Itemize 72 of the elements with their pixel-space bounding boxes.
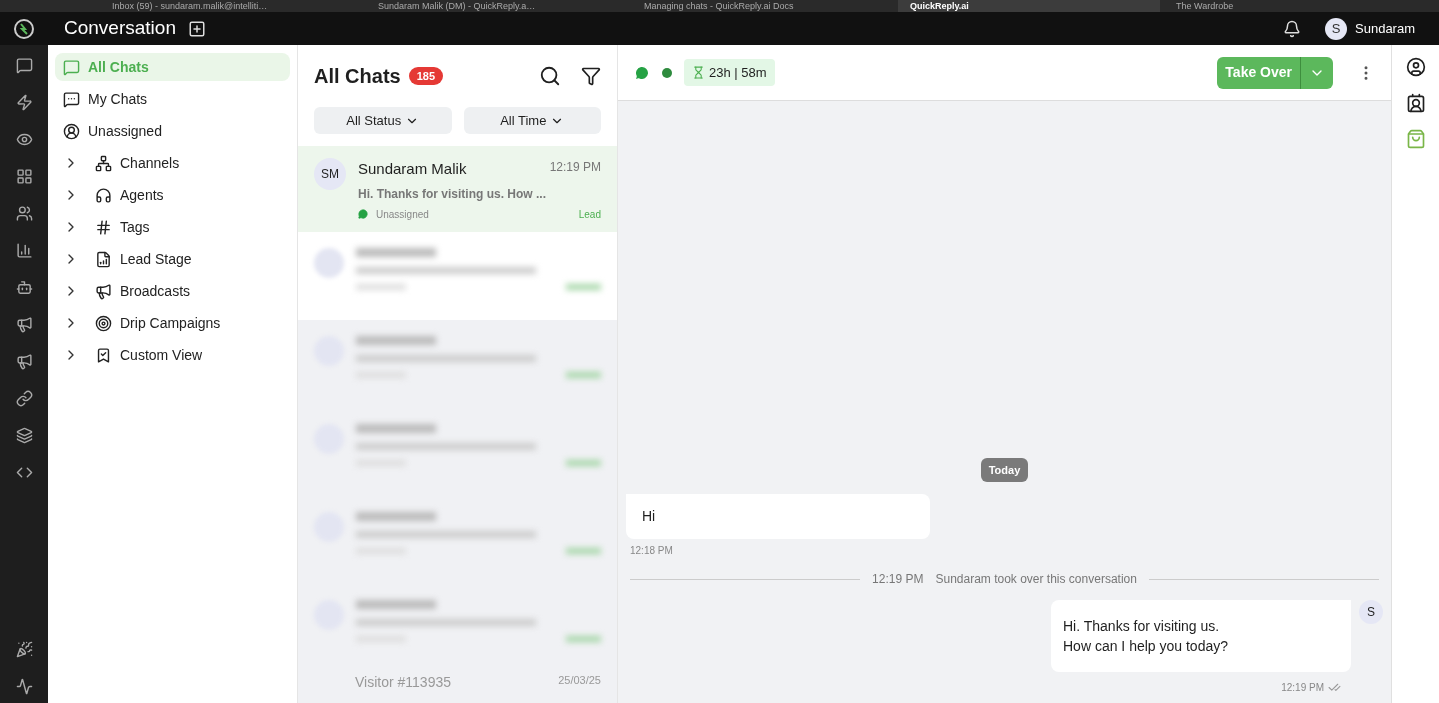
chart-file-icon bbox=[95, 250, 112, 268]
avatar: S bbox=[1359, 600, 1383, 624]
headset-icon bbox=[95, 186, 112, 204]
timer-badge: 23h | 58m bbox=[684, 58, 775, 87]
user-avatar[interactable]: S bbox=[1325, 17, 1347, 40]
chat-row[interactable]: SM Sundaram Malik 12:19 PM Hi. Thanks for visiting us. How ... Unassigned Lead bbox=[298, 146, 617, 232]
target-icon bbox=[95, 314, 112, 332]
filter-plus-icon[interactable] bbox=[581, 66, 601, 86]
message-time: 12:19 PM bbox=[549, 159, 601, 176]
search-icon[interactable] bbox=[539, 65, 561, 87]
filter-dropdown[interactable]: All Time bbox=[463, 107, 601, 134]
bar-chart-icon[interactable] bbox=[15, 242, 33, 259]
megaphone-icon[interactable] bbox=[15, 353, 33, 370]
filter-dropdown[interactable]: All Status bbox=[314, 107, 452, 134]
whatsapp-icon bbox=[358, 209, 368, 219]
nav-item[interactable]: Custom View bbox=[55, 341, 290, 369]
event-time: 12:19 PM bbox=[872, 571, 924, 588]
message-time: 12:18 PM bbox=[630, 544, 673, 558]
browser-tab[interactable]: QuickReply.ai bbox=[898, 0, 1160, 12]
page-title: Conversation bbox=[64, 16, 176, 41]
lightning-icon[interactable] bbox=[15, 94, 33, 111]
notification-icon[interactable] bbox=[1283, 19, 1301, 38]
network-icon bbox=[95, 154, 112, 172]
bookmark-icon bbox=[95, 346, 112, 364]
outgoing-message: Hi. Thanks for visiting us. How can I help you today? bbox=[1051, 600, 1351, 672]
whatsapp-icon bbox=[634, 64, 650, 81]
contact-name: Visitor #113935 bbox=[355, 673, 451, 692]
nav-item[interactable]: Channels bbox=[55, 149, 290, 177]
nav-item[interactable]: Tags bbox=[55, 213, 290, 241]
user-circle-icon bbox=[63, 122, 80, 140]
contact-list-icon[interactable] bbox=[1405, 93, 1426, 113]
nav-item[interactable]: Drip Campaigns bbox=[55, 309, 290, 337]
contact-name: Sundaram Malik bbox=[358, 159, 467, 179]
count-badge: 185 bbox=[408, 66, 444, 86]
browser-tab[interactable]: The Wardrobe bbox=[1164, 0, 1426, 12]
incoming-message: Hi bbox=[626, 494, 930, 539]
event-text: Sundaram took over this conversation bbox=[935, 571, 1137, 588]
megaphone-icon bbox=[95, 282, 112, 300]
nav-item[interactable]: Broadcasts bbox=[55, 277, 290, 305]
stage-tag: Lead bbox=[578, 206, 601, 222]
nav-item[interactable]: My Chats bbox=[55, 85, 290, 113]
assignee-label: Unassigned bbox=[376, 207, 429, 222]
date-badge: Today bbox=[980, 457, 1029, 482]
message-time: 25/03/25 bbox=[558, 673, 601, 688]
hash-icon bbox=[95, 218, 112, 236]
nav-item[interactable]: Unassigned bbox=[55, 117, 290, 145]
nav-item[interactable]: Agents bbox=[55, 181, 290, 209]
browser-tab[interactable]: Inbox (59) - sundaram.malik@intelliti… bbox=[100, 0, 362, 12]
user-circle-icon[interactable] bbox=[1405, 57, 1426, 77]
browser-tab[interactable]: Sundaram Malik (DM) - QuickReply.a… bbox=[366, 0, 628, 12]
users-icon[interactable] bbox=[15, 205, 33, 222]
chat-dots-icon bbox=[63, 90, 80, 108]
party-popper-icon[interactable] bbox=[15, 641, 33, 658]
link-icon[interactable] bbox=[15, 390, 33, 407]
logo-icon bbox=[13, 17, 35, 40]
activity-icon[interactable] bbox=[15, 678, 33, 695]
megaphone-icon[interactable] bbox=[15, 316, 33, 333]
browser-tab[interactable]: Managing chats - QuickReply.ai Docs bbox=[632, 0, 894, 12]
list-title: All Chats bbox=[314, 64, 401, 89]
add-icon[interactable] bbox=[187, 19, 206, 38]
eye-icon[interactable] bbox=[15, 131, 33, 148]
double-check-icon bbox=[1328, 681, 1341, 694]
message-time: 12:19 PM bbox=[1281, 681, 1324, 695]
message-preview: Hi. Thanks for visiting us. How ... bbox=[358, 185, 548, 203]
grid-icon[interactable] bbox=[15, 168, 33, 185]
avatar: SM bbox=[314, 158, 346, 190]
nav-item[interactable]: Lead Stage bbox=[55, 245, 290, 273]
chat-icon bbox=[63, 58, 80, 76]
chat-icon[interactable] bbox=[15, 57, 33, 74]
user-name: Sundaram bbox=[1355, 19, 1415, 38]
robot-icon[interactable] bbox=[15, 279, 33, 296]
layers-icon[interactable] bbox=[15, 427, 33, 444]
